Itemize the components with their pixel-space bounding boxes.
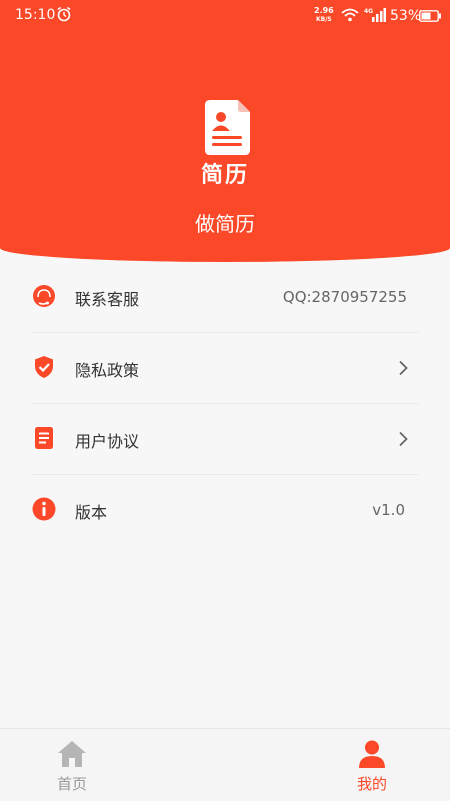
network-speed: 2.96 KB/S — [314, 6, 334, 23]
settings-menu: 联系客服 QQ:2870957255 隐私政策 用户协议 版本 v1.0 — [0, 262, 450, 546]
menu-item-privacy-policy[interactable]: 隐私政策 — [0, 333, 450, 404]
status-bar: 15:10 2.96 KB/S 4G 53% — [0, 0, 450, 32]
menu-item-label: 联系客服 — [75, 290, 140, 309]
battery-percentage: 53% — [390, 8, 422, 24]
menu-item-label: 用户协议 — [75, 432, 140, 451]
menu-item-user-agreement[interactable]: 用户协议 — [0, 404, 450, 475]
tab-label: 首页 — [56, 775, 87, 793]
document-icon — [35, 427, 53, 449]
shield-check-icon — [35, 356, 53, 378]
resume-app-icon — [205, 100, 250, 155]
tab-label: 我的 — [356, 775, 387, 793]
tab-mine[interactable]: 我的 — [322, 729, 422, 801]
tab-home[interactable]: 首页 — [22, 729, 122, 801]
profile-header: 15:10 2.96 KB/S 4G 53% 简历 做简历 — [0, 0, 450, 262]
bottom-navigation: 首页 我的 — [0, 728, 450, 801]
menu-item-version[interactable]: 版本 v1.0 — [0, 475, 450, 546]
headset-icon — [33, 285, 55, 307]
chevron-right-icon — [399, 360, 408, 376]
app-icon-title: 简历 — [200, 162, 249, 188]
battery-icon — [419, 10, 441, 22]
status-time: 15:10 — [15, 7, 56, 23]
wifi-icon — [341, 8, 359, 22]
svg-text:4G: 4G — [364, 8, 373, 15]
chevron-right-icon — [399, 431, 408, 447]
alarm-clock-icon — [57, 6, 71, 22]
customer-service-qq: QQ:2870957255 — [282, 288, 407, 306]
cellular-signal-icon: 4G — [364, 8, 386, 22]
menu-item-customer-service[interactable]: 联系客服 QQ:2870957255 — [0, 262, 450, 333]
menu-item-label: 版本 — [75, 503, 108, 522]
app-name: 做简历 — [195, 212, 255, 236]
menu-item-label: 隐私政策 — [75, 361, 140, 380]
info-icon — [32, 497, 56, 521]
user-icon — [359, 740, 385, 768]
version-number: v1.0 — [372, 501, 405, 519]
home-icon — [58, 741, 86, 767]
